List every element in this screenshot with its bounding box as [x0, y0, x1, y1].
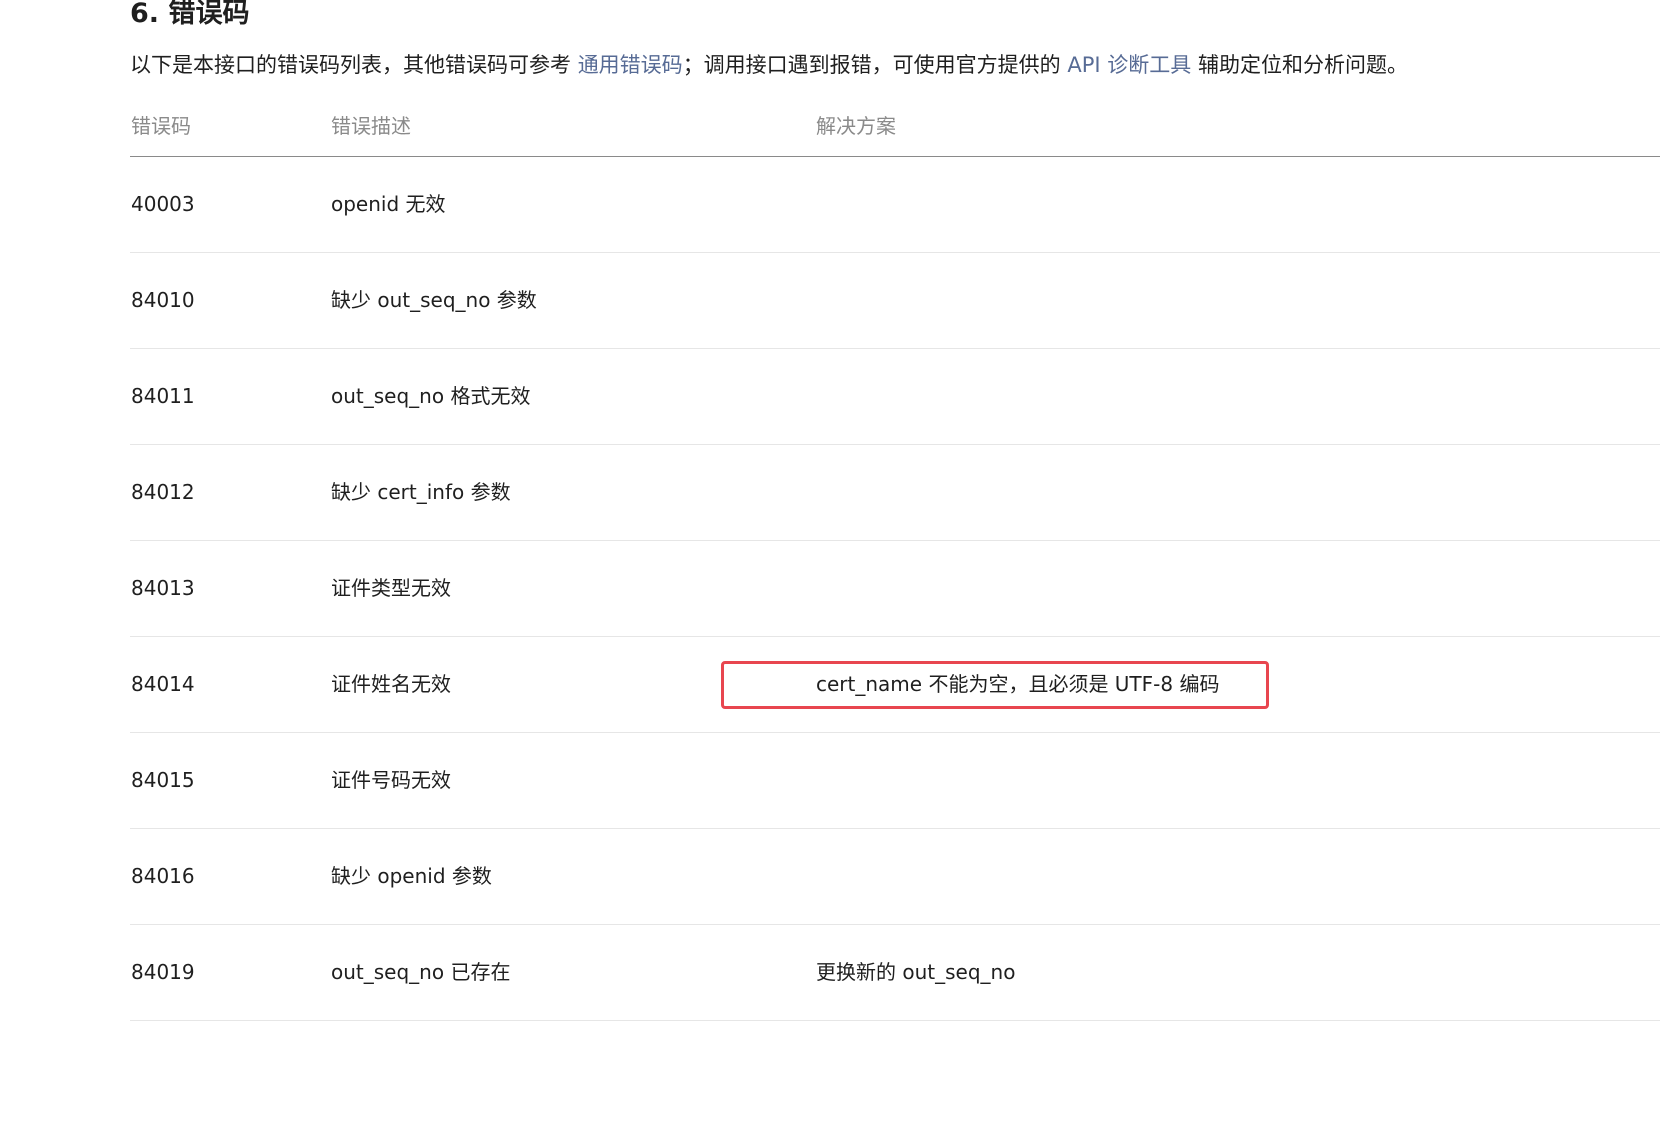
header-solution: 解决方案 — [816, 114, 896, 138]
row-error-description: 证件类型无效 — [331, 576, 451, 600]
error-code-table: 错误码 错误描述 解决方案 40003 openid 无效 84010 缺少 o… — [130, 96, 1660, 1021]
row-error-code: 40003 — [131, 192, 195, 216]
table-row: 84019 out_seq_no 已存在 更换新的 out_seq_no — [130, 925, 1660, 1021]
row-error-code: 84016 — [131, 864, 195, 888]
common-error-codes-link[interactable]: 通用错误码 — [578, 53, 683, 77]
row-error-code: 84011 — [131, 384, 195, 408]
table-header: 错误码 错误描述 解决方案 — [130, 96, 1660, 157]
table-row: 84013 证件类型无效 — [130, 541, 1660, 637]
intro-text-before: 以下是本接口的错误码列表，其他错误码可参考 — [130, 53, 578, 77]
intro-text-middle: ；调用接口遇到报错，可使用官方提供的 — [682, 53, 1068, 77]
header-error-description: 错误描述 — [331, 114, 411, 138]
row-error-description: out_seq_no 已存在 — [331, 960, 511, 984]
row-error-code: 84012 — [131, 480, 195, 504]
row-error-description: 缺少 cert_info 参数 — [331, 480, 511, 504]
intro-text-after: 辅助定位和分析问题。 — [1191, 53, 1408, 77]
table-row: 84012 缺少 cert_info 参数 — [130, 445, 1660, 541]
row-solution: 更换新的 out_seq_no — [816, 960, 1016, 984]
row-error-description: 证件号码无效 — [331, 768, 451, 792]
table-row: 84016 缺少 openid 参数 — [130, 829, 1660, 925]
row-error-description: 证件姓名无效 — [331, 672, 451, 696]
table-row: 84010 缺少 out_seq_no 参数 — [130, 253, 1660, 349]
table-row: 84011 out_seq_no 格式无效 — [130, 349, 1660, 445]
row-error-code: 84015 — [131, 768, 195, 792]
section-title: 6. 错误码 — [130, 0, 250, 29]
row-error-code: 84013 — [131, 576, 195, 600]
header-error-code: 错误码 — [131, 114, 191, 138]
row-error-description: 缺少 out_seq_no 参数 — [331, 288, 537, 312]
row-error-description: 缺少 openid 参数 — [331, 864, 492, 888]
table-row-highlighted: 84014 证件姓名无效 cert_name 不能为空，且必须是 UTF-8 编… — [130, 637, 1660, 733]
table-row: 40003 openid 无效 — [130, 157, 1660, 253]
api-diagnostic-tool-link[interactable]: API 诊断工具 — [1067, 53, 1191, 77]
row-error-code: 84010 — [131, 288, 195, 312]
table-row: 84015 证件号码无效 — [130, 733, 1660, 829]
row-error-code: 84014 — [131, 672, 195, 696]
row-error-code: 84019 — [131, 960, 195, 984]
intro-paragraph: 以下是本接口的错误码列表，其他错误码可参考 通用错误码；调用接口遇到报错，可使用… — [130, 48, 1408, 82]
highlight-annotation-box — [721, 661, 1269, 709]
row-error-description: out_seq_no 格式无效 — [331, 384, 531, 408]
page: 6. 错误码 以下是本接口的错误码列表，其他错误码可参考 通用错误码；调用接口遇… — [0, 0, 1660, 1140]
row-error-description: openid 无效 — [331, 192, 446, 216]
